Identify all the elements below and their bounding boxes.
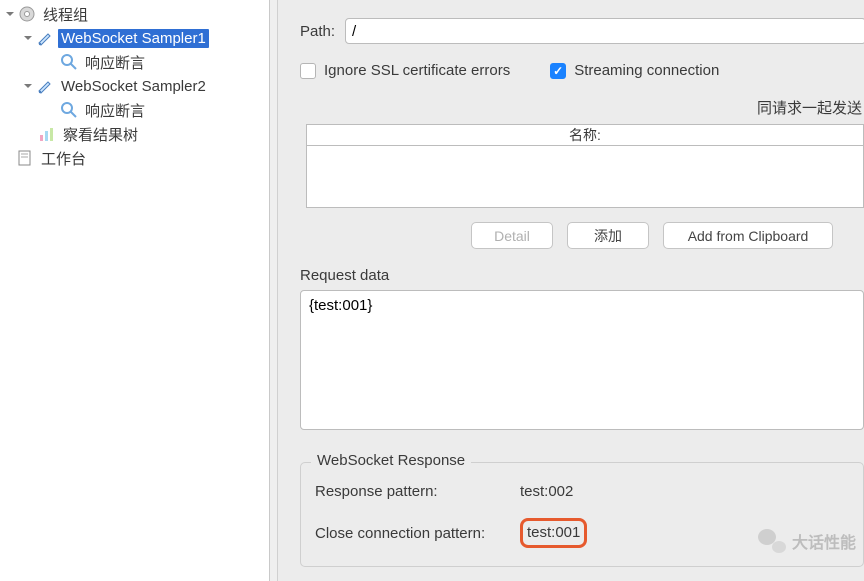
response-pattern-label: Response pattern: [315, 483, 510, 500]
path-row: Path: [300, 18, 864, 44]
detail-button[interactable]: Detail [471, 222, 553, 249]
send-with-request-label: 同请求一起发送 [300, 97, 864, 118]
tree-node-assertion2[interactable]: 响应断言 [0, 98, 269, 122]
streaming-checkbox[interactable]: Streaming connection [550, 62, 719, 79]
tree-label: WebSocket Sampler2 [58, 77, 209, 96]
response-pattern-value: test:002 [520, 483, 573, 500]
tree-label: 线程组 [40, 3, 91, 26]
split-divider[interactable] [270, 0, 278, 581]
add-from-clipboard-button[interactable]: Add from Clipboard [663, 222, 833, 249]
chevron-down-icon[interactable] [4, 8, 16, 20]
streaming-label: Streaming connection [574, 62, 719, 79]
magnifier-icon [60, 53, 78, 71]
close-pattern-label: Close connection pattern: [315, 525, 510, 542]
tree-node-thread-group[interactable]: 线程组 [0, 2, 269, 26]
path-label: Path: [300, 23, 335, 40]
watermark-text: 大话性能 [792, 529, 856, 553]
sampler-icon [36, 29, 54, 47]
chevron-down-icon[interactable] [22, 32, 34, 44]
request-data-label: Request data [300, 267, 864, 284]
tree-node-result-tree[interactable]: 察看结果树 [0, 122, 269, 146]
add-button[interactable]: 添加 [567, 222, 649, 249]
checkbox-icon [300, 63, 316, 79]
tree-panel: 线程组 WebSocket Sampler1 响应断言 WebSocket Sa… [0, 0, 270, 581]
magnifier-icon [60, 101, 78, 119]
checkbox-checked-icon [550, 63, 566, 79]
tree-label: 工作台 [38, 147, 89, 170]
request-data-input[interactable] [300, 290, 864, 430]
sampler-icon [36, 77, 54, 95]
chevron-down-icon[interactable] [22, 80, 34, 92]
ignore-ssl-checkbox[interactable]: Ignore SSL certificate errors [300, 62, 510, 79]
column-header-name: 名称: [306, 124, 864, 146]
watermark: 大话性能 [758, 529, 856, 553]
path-input[interactable] [345, 18, 864, 44]
tree-node-sampler2[interactable]: WebSocket Sampler2 [0, 74, 269, 98]
close-pattern-value: test:001 [527, 524, 580, 541]
config-panel: Path: Ignore SSL certificate errors Stre… [278, 0, 864, 581]
tree-label: 察看结果树 [60, 123, 141, 146]
tree-node-workbench[interactable]: 工作台 [0, 146, 269, 170]
tree-node-assertion1[interactable]: 响应断言 [0, 50, 269, 74]
params-list[interactable] [306, 146, 864, 208]
ws-response-title: WebSocket Response [311, 452, 471, 469]
options-row: Ignore SSL certificate errors Streaming … [300, 62, 864, 79]
params-table: 名称: [306, 124, 864, 208]
tree-label-selected: WebSocket Sampler1 [58, 29, 209, 48]
response-pattern-row: Response pattern: test:002 [315, 483, 849, 500]
chart-icon [38, 125, 56, 143]
gear-icon [18, 5, 36, 23]
button-row: Detail 添加 Add from Clipboard [300, 222, 864, 249]
tree-label: 响应断言 [82, 99, 148, 122]
wechat-icon [758, 529, 786, 553]
close-pattern-highlight: test:001 [520, 518, 587, 548]
tree-node-sampler1[interactable]: WebSocket Sampler1 [0, 26, 269, 50]
workbench-icon [16, 149, 34, 167]
ignore-ssl-label: Ignore SSL certificate errors [324, 62, 510, 79]
tree-label: 响应断言 [82, 51, 148, 74]
